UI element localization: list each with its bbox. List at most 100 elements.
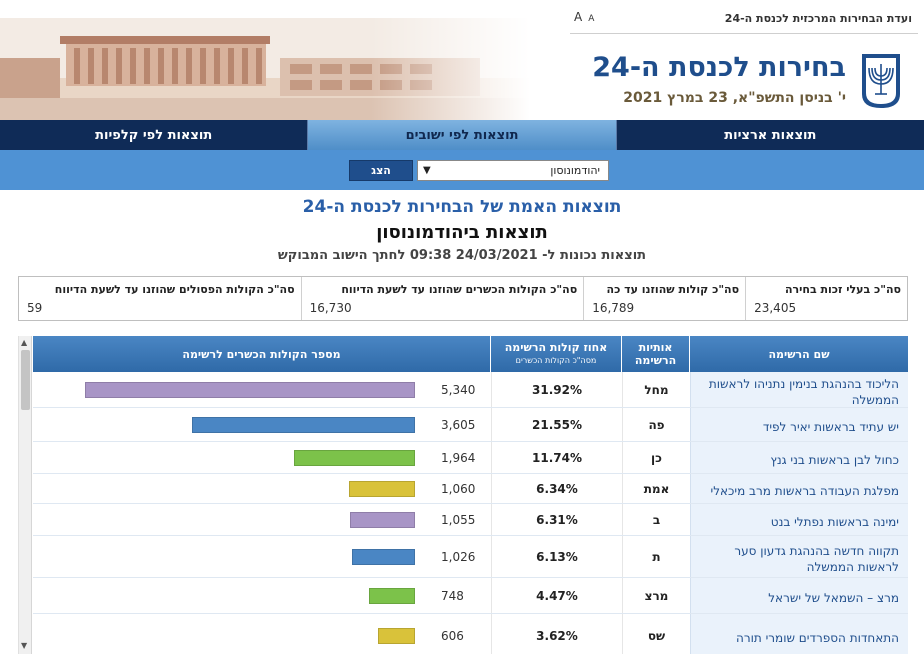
town-select-value: יהודמונוסון [550, 164, 600, 177]
votes-count: 5,340 [441, 382, 476, 397]
top-strip: AA ועדת הבחירות המרכזית לכנסת ה-24 [570, 4, 918, 34]
votes-bar [85, 381, 415, 398]
font-large-button[interactable]: A [574, 10, 582, 24]
votes-bar [294, 449, 415, 466]
party-letters: ב [622, 504, 690, 535]
party-percent: 21.55% [491, 408, 622, 441]
party-percent: 31.92% [491, 372, 622, 407]
table-row: מפלגת העבודה בראשות מרב מיכאלי אמת 6.34%… [33, 474, 908, 504]
summary-invalid-votes: סה"כ הקולות הפסולים שהוזנו עד לשעת הדיוו… [19, 277, 301, 320]
summary-box: סה"כ בעלי זכות בחירה 23,405 סה"כ קולות ש… [18, 276, 908, 321]
column-header-votes: מספר הקולות הכשרים לרשימה [33, 336, 491, 372]
table-row: כחול לבן בראשות בני גנץ כן 11.74% 1,964 [33, 442, 908, 474]
party-letters: פה [622, 408, 690, 441]
committee-link[interactable]: ועדת הבחירות המרכזית לכנסת ה-24 [725, 12, 912, 25]
party-percent: 6.13% [491, 536, 622, 577]
votes-cell: 1,055 [33, 504, 491, 535]
votes-cell: 1,026 [33, 536, 491, 577]
votes-count: 1,026 [441, 549, 476, 564]
votes-cell: 3,605 [33, 408, 491, 441]
table-scrollbar[interactable]: ▲ ▼ [19, 336, 32, 654]
summary-label: סה"כ הקולות הפסולים שהוזנו עד לשעת הדיוו… [54, 283, 295, 296]
site-header: AA ועדת הבחירות המרכזית לכנסת ה-24 בחירו… [0, 0, 924, 120]
scroll-up-icon[interactable]: ▲ [21, 338, 27, 347]
knesset-building-banner [0, 18, 530, 120]
tab-results-by-ballot[interactable]: תוצאות לפי קלפיות [0, 120, 307, 150]
votes-bar [369, 587, 415, 604]
font-small-button[interactable]: A [588, 14, 594, 24]
summary-value: 16,730 [309, 301, 352, 315]
party-letters: ת [622, 536, 690, 577]
summary-eligible-voters: סה"כ בעלי זכות בחירה 23,405 [745, 277, 907, 320]
votes-count: 606 [441, 628, 464, 643]
table-row: תקווה חדשה בהנהגת גדעון סער לראשות הממשל… [33, 536, 908, 578]
page-title: בחירות לכנסת ה-24 [592, 52, 846, 83]
party-name-link[interactable]: תקווה חדשה בהנהגת גדעון סער לראשות הממשל… [690, 536, 908, 577]
filter-bar: יהודמונוסון ▼ הצג [0, 150, 924, 190]
votes-bar [352, 548, 415, 565]
table-row: מרצ – השמאל של ישראל מרצ 4.47% 748 [33, 578, 908, 614]
summary-valid-votes: סה"כ הקולות הכשרים שהוזנו עד לשעת הדיווח… [300, 277, 584, 320]
summary-value: 59 [27, 301, 43, 315]
party-name-link[interactable]: מרצ – השמאל של ישראל [690, 578, 908, 613]
votes-cell: 1,060 [33, 474, 491, 503]
party-percent: 6.34% [491, 474, 622, 503]
show-button[interactable]: הצג [349, 160, 413, 181]
summary-label: סה"כ קולות שהוזנו עד כה [606, 283, 740, 296]
table-row: הליכוד בהנהגת בנימין נתניהו לראשות הממשל… [33, 372, 908, 408]
votes-count: 3,605 [441, 417, 476, 432]
votes-count: 1,964 [441, 450, 476, 465]
votes-count: 1,055 [441, 512, 476, 527]
party-name-link[interactable]: התאחדות הספרדים שומרי תורה [690, 614, 908, 654]
party-percent: 6.31% [491, 504, 622, 535]
nav-divider [615, 120, 617, 150]
table-row: יש עתיד בראשות יאיר לפיד פה 21.55% 3,605 [33, 408, 908, 442]
table-row: התאחדות הספרדים שומרי תורה שס 3.62% 606 [33, 614, 908, 654]
party-percent: 3.62% [491, 614, 622, 654]
party-letters: אמת [622, 474, 690, 503]
party-name-link[interactable]: מפלגת העבודה בראשות מרב מיכאלי [690, 474, 908, 503]
votes-bar [349, 480, 415, 497]
party-name-link[interactable]: כחול לבן בראשות בני גנץ [690, 442, 908, 473]
summary-label: סה"כ הקולות הכשרים שהוזנו עד לשעת הדיווח [341, 283, 578, 296]
tab-national-results[interactable]: תוצאות ארציות [617, 120, 924, 150]
party-percent: 4.47% [491, 578, 622, 613]
scroll-thumb[interactable] [21, 350, 30, 410]
votes-count: 1,060 [441, 481, 476, 496]
party-letters: מרצ [622, 578, 690, 613]
votes-cell: 606 [33, 614, 491, 654]
summary-value: 16,789 [592, 301, 635, 315]
votes-bar [192, 416, 415, 433]
party-name-link[interactable]: ימינה בראשות נפתלי בנט [690, 504, 908, 535]
state-emblem-icon [862, 54, 900, 108]
town-select[interactable]: יהודמונוסון ▼ [417, 160, 609, 181]
party-name-link[interactable]: הליכוד בהנהגת בנימין נתניהו לראשות הממשל… [690, 372, 908, 407]
scroll-down-icon[interactable]: ▼ [21, 641, 27, 650]
votes-count: 748 [441, 588, 464, 603]
column-header-letters: אותיות הרשימה [622, 336, 690, 372]
town-results-heading: תוצאות ביהודמונוסון [376, 222, 548, 243]
summary-label: סה"כ בעלי זכות בחירה [784, 283, 901, 296]
table-header: מספר הקולות הכשרים לרשימה אחוז קולות הרש… [33, 336, 908, 372]
column-header-percent: אחוז קולות הרשימה מסה"כ הקולות הכשרים [491, 336, 622, 372]
tab-results-by-town[interactable]: תוצאות לפי ישובים [308, 120, 616, 150]
votes-cell: 1,964 [33, 442, 491, 473]
votes-bar [350, 511, 415, 528]
summary-votes-counted: סה"כ קולות שהוזנו עד כה 16,789 [583, 277, 745, 320]
party-letters: שס [622, 614, 690, 654]
votes-cell: 5,340 [33, 372, 491, 407]
column-header-name: שם הרשימה [690, 336, 908, 372]
table-row: ימינה בראשות נפתלי בנט ב 6.31% 1,055 [33, 504, 908, 536]
results-table: ▲ ▼ מספר הקולות הכשרים לרשימה אחוז קולות… [18, 336, 908, 654]
election-date: י' בניסן התשפ"א, 23 במרץ 2021 [623, 90, 846, 106]
party-letters: כן [622, 442, 690, 473]
results-timestamp: תוצאות נכונות ל- 24/03/2021 09:38 לחתך ה… [277, 248, 647, 263]
votes-cell: 748 [33, 578, 491, 613]
votes-bar [378, 627, 415, 644]
party-name-link[interactable]: יש עתיד בראשות יאיר לפיד [690, 408, 908, 441]
summary-value: 23,405 [754, 301, 797, 315]
results-heading: תוצאות האמת של הבחירות לכנסת ה-24 [302, 197, 622, 217]
party-percent: 11.74% [491, 442, 622, 473]
nav-divider [307, 120, 309, 150]
dropdown-arrow-icon: ▼ [423, 165, 431, 176]
